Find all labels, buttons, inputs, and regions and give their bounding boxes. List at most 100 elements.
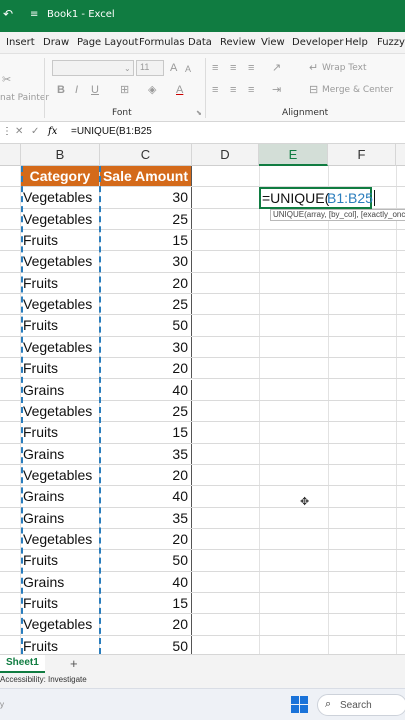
function-tooltip[interactable]: UNIQUE(array, [by_col], [exactly_once]) (270, 209, 405, 221)
category-cell[interactable]: Vegetables (21, 208, 100, 230)
category-cell[interactable]: Vegetables (21, 464, 100, 486)
formula-input[interactable]: =UNIQUE(B1:B25 (71, 126, 152, 137)
align-top-icon[interactable]: ≡ (212, 62, 218, 74)
category-cell[interactable]: Fruits (21, 593, 100, 614)
taskbar-search[interactable]: ⌕ Search (317, 694, 405, 716)
font-color-button[interactable]: A (176, 84, 183, 96)
worksheet-grid[interactable]: Category Sale Amount Vegetables 30 Vegetable… (0, 166, 405, 654)
category-cell[interactable]: Fruits (21, 315, 100, 336)
sale-amount-cell[interactable]: 20 (100, 464, 192, 486)
accessibility-status[interactable]: Accessibility: Investigate (0, 675, 87, 684)
category-cell[interactable]: Grains (21, 571, 100, 592)
undo-icon[interactable]: ↶ (3, 7, 13, 21)
sale-amount-cell[interactable]: 30 (100, 251, 192, 272)
category-cell[interactable]: Grains (21, 507, 100, 528)
sale-amount-cell[interactable]: 25 (100, 294, 192, 315)
sale-amount-cell[interactable]: 50 (100, 550, 192, 571)
sale-amount-cell[interactable]: 40 (100, 571, 192, 592)
category-cell[interactable]: Fruits (21, 422, 100, 443)
column-header-c[interactable]: C (100, 144, 192, 166)
category-cell[interactable]: Vegetables (21, 614, 100, 635)
category-cell[interactable]: Vegetables (21, 251, 100, 272)
merge-center-button[interactable]: Merge & Center (322, 85, 393, 95)
tab-developer[interactable]: Developer (292, 37, 343, 48)
wrap-text-button[interactable]: Wrap Text (322, 63, 367, 73)
sale-amount-cell[interactable]: 35 (100, 507, 192, 528)
increase-font-icon[interactable]: A (170, 62, 177, 74)
dialog-launcher-icon[interactable]: ⬊ (196, 108, 202, 120)
tab-data[interactable]: Data (188, 37, 212, 48)
category-cell[interactable]: Grains (21, 443, 100, 464)
indent-icon[interactable]: ⇥ (272, 84, 281, 96)
sale-amount-cell[interactable]: 20 (100, 528, 192, 550)
sale-amount-cell[interactable]: 50 (100, 315, 192, 336)
sale-amount-cell[interactable]: 50 (100, 635, 192, 654)
borders-icon[interactable]: ⊞ (120, 84, 129, 96)
active-cell-editor[interactable]: =UNIQUE( B1:B25 (259, 187, 375, 209)
select-all-corner[interactable] (0, 144, 21, 166)
category-cell[interactable]: Fruits (21, 635, 100, 654)
orientation-icon[interactable]: ↗ (272, 62, 281, 74)
column-header-b[interactable]: B (21, 144, 100, 166)
category-cell[interactable]: Fruits (21, 272, 100, 294)
italic-button[interactable]: I (75, 84, 78, 96)
cut-icon[interactable]: ✂ (2, 74, 11, 86)
category-cell[interactable]: Vegetables (21, 528, 100, 550)
sale-amount-cell[interactable]: 25 (100, 208, 192, 230)
wrap-text-icon[interactable]: ↵ (309, 62, 318, 74)
sale-amount-cell[interactable]: 40 (100, 486, 192, 507)
sheet-tab[interactable]: Sheet1 (0, 655, 45, 673)
insert-function-icon[interactable]: fx (48, 126, 57, 137)
align-center-icon[interactable]: ≡ (230, 84, 236, 96)
column-header-e[interactable]: E (259, 144, 328, 166)
header-category[interactable]: Category (21, 166, 100, 187)
sale-amount-cell[interactable]: 15 (100, 593, 192, 614)
cancel-icon[interactable]: ✕ (15, 126, 23, 137)
category-cell[interactable]: Fruits (21, 550, 100, 571)
add-sheet-button[interactable]: + (70, 656, 78, 671)
sale-amount-cell[interactable]: 40 (100, 379, 192, 400)
underline-button[interactable]: U (91, 84, 99, 96)
category-cell[interactable]: Vegetables (21, 336, 100, 358)
align-left-icon[interactable]: ≡ (212, 84, 218, 96)
format-painter-label[interactable]: nat Painter (0, 93, 49, 103)
align-middle-icon[interactable]: ≡ (230, 62, 236, 74)
sale-amount-cell[interactable]: 20 (100, 614, 192, 635)
align-right-icon[interactable]: ≡ (248, 84, 254, 96)
category-cell[interactable]: Vegetables (21, 294, 100, 315)
sale-amount-cell[interactable]: 25 (100, 400, 192, 422)
category-cell[interactable]: Grains (21, 379, 100, 400)
header-sale-amount[interactable]: Sale Amount (100, 166, 192, 187)
sale-amount-cell[interactable]: 30 (100, 187, 192, 208)
tab-help[interactable]: Help (345, 37, 368, 48)
fill-color-icon[interactable]: ◈ (148, 84, 156, 96)
column-header-d[interactable]: D (192, 144, 259, 166)
tab-insert[interactable]: Insert (6, 37, 35, 48)
sale-amount-cell[interactable]: 20 (100, 358, 192, 379)
category-cell[interactable]: Fruits (21, 358, 100, 379)
column-header-f[interactable]: F (328, 144, 396, 166)
sale-amount-cell[interactable]: 20 (100, 272, 192, 294)
decrease-font-icon[interactable]: A (185, 63, 191, 75)
tab-review[interactable]: Review (220, 37, 256, 48)
tab-page-layout[interactable]: Page Layout (77, 37, 138, 48)
sale-amount-cell[interactable]: 30 (100, 336, 192, 358)
quick-access-menu-icon[interactable]: ≡ (30, 9, 38, 20)
sale-amount-cell[interactable]: 35 (100, 443, 192, 464)
tab-fuzzy-lookup[interactable]: Fuzzy L (377, 37, 405, 48)
bold-button[interactable]: B (57, 84, 65, 96)
category-cell[interactable]: Grains (21, 486, 100, 507)
merge-center-icon[interactable]: ⊟ (309, 84, 318, 96)
tab-draw[interactable]: Draw (43, 37, 69, 48)
tab-view[interactable]: View (261, 37, 285, 48)
category-cell[interactable]: Fruits (21, 230, 100, 251)
more-options-icon[interactable]: ⋮ (2, 126, 12, 137)
tab-formulas[interactable]: Formulas (139, 37, 185, 48)
font-name-select[interactable] (52, 60, 134, 76)
category-cell[interactable]: Vegetables (21, 400, 100, 422)
sale-amount-cell[interactable]: 15 (100, 422, 192, 443)
windows-start-icon[interactable] (291, 696, 309, 714)
sale-amount-cell[interactable]: 15 (100, 230, 192, 251)
align-bottom-icon[interactable]: ≡ (248, 62, 254, 74)
font-size-select[interactable]: 11 (136, 60, 164, 76)
